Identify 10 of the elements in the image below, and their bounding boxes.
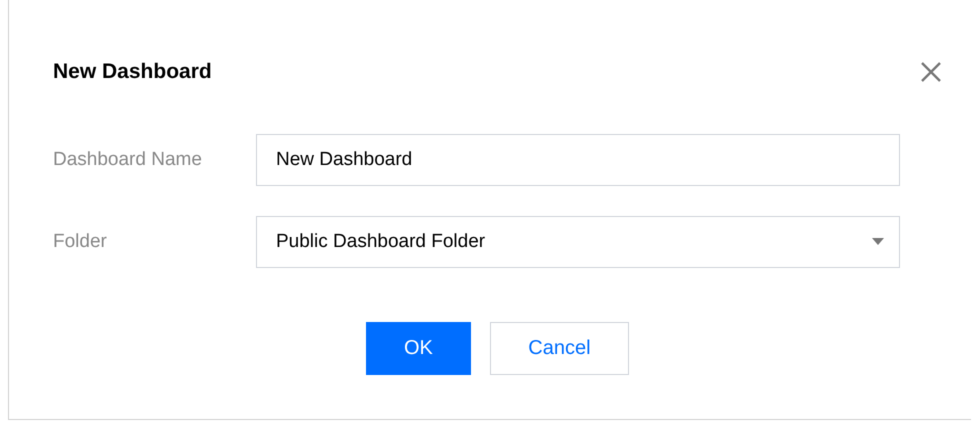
name-field[interactable]: New Dashboard (256, 134, 900, 186)
ok-button[interactable]: OK (366, 322, 471, 375)
close-button[interactable] (919, 60, 943, 84)
folder-select[interactable]: Public Dashboard Folder (256, 216, 900, 268)
caret-icon (872, 238, 884, 246)
field-label: Folder (53, 231, 108, 253)
field-label: Dashboard Name (53, 149, 203, 171)
cancel-button[interactable]: Cancel (490, 322, 629, 375)
close-icon (919, 60, 943, 84)
dialog-title: New Dashboard (53, 60, 212, 84)
